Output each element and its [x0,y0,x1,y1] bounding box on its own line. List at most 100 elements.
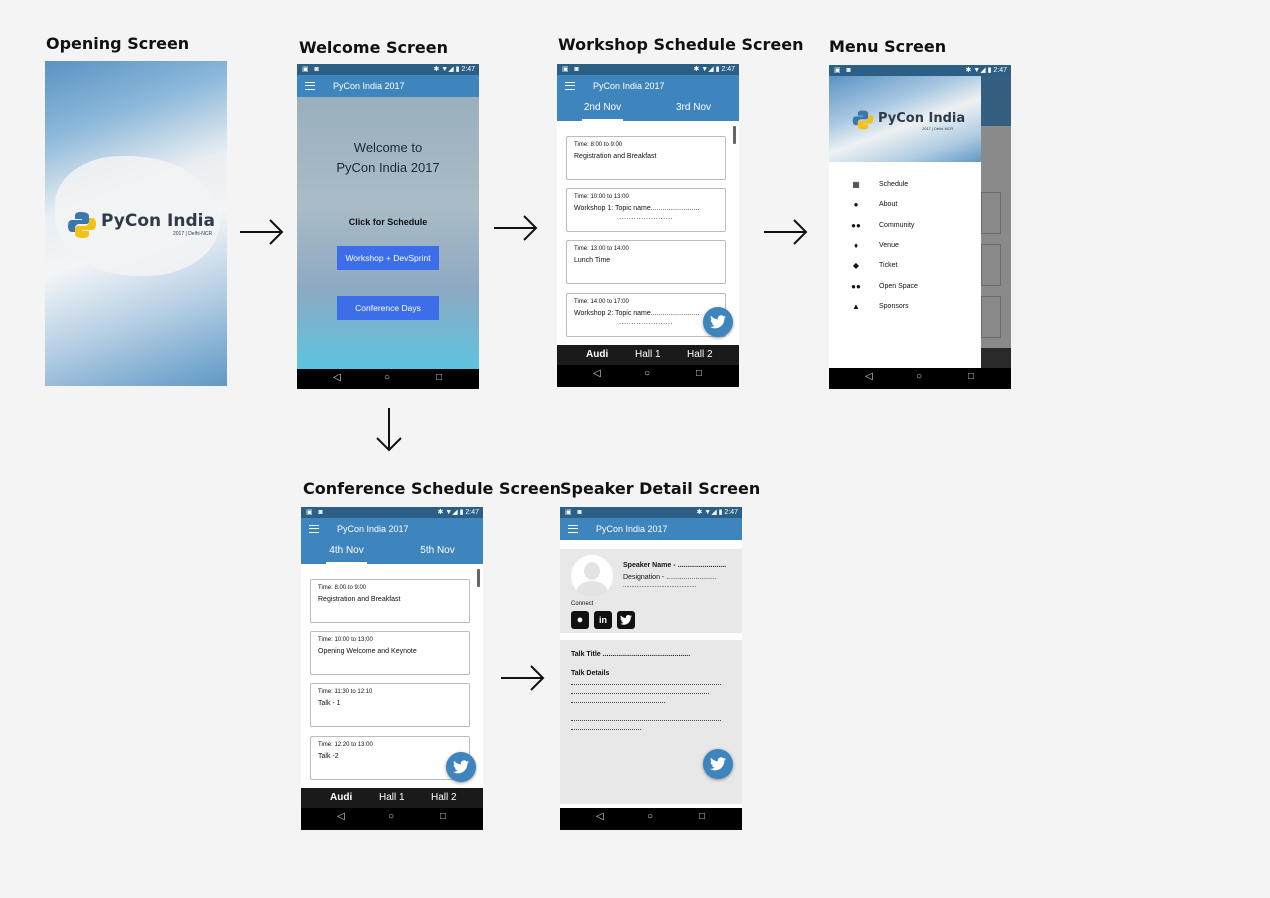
flow-arrow-right-icon [240,219,284,245]
talk-details-line [571,729,641,730]
app-title: PyCon India 2017 [593,81,665,91]
tab-5th-nov[interactable]: 5th Nov [392,540,483,562]
recents-nav-icon[interactable]: □ [436,372,442,383]
pycon-logo-text: PyCon India [101,211,215,231]
pycon-logo-subtext: 2017 | Delhi-NCR [922,126,954,131]
scrollbar[interactable] [733,126,736,144]
linkedin-icon[interactable]: in [594,611,612,629]
app-bar: PyCon India 2017 [557,75,739,97]
back-nav-icon[interactable]: ◁ [593,368,601,379]
talk-details-line [571,693,709,694]
calendar-icon: ▦ [852,180,860,189]
tab-audi[interactable]: Audi [586,349,608,360]
card-time: Time: 11:30 to 12:10 [318,689,373,695]
home-nav-icon[interactable]: ○ [384,372,390,383]
scrollbar[interactable] [477,569,480,587]
tab-hall-2[interactable]: Hall 2 [687,349,713,360]
hall-tabs: Audi Hall 1 Hall 2 [301,788,483,808]
welcome-screen: ▣ ◙ ✱ ▼◢ ▮ 2:47 PyCon India 2017 Welcome … [297,64,479,389]
python-logo-icon [67,210,97,240]
card-title: Talk -2 [318,753,339,760]
drawer-header: PyCon India 2017 | Delhi-NCR [829,76,981,162]
schedule-card[interactable]: Time: 13:00 to 14:00 Lunch Time [566,240,726,284]
schedule-card[interactable]: Time: 14:00 to 17:00 Workshop 2: Topic n… [566,293,726,337]
talk-title: Talk Title .............................… [571,651,691,658]
dimmed-card [981,192,1001,234]
speaker-detail-screen: ▣ ◙ ✱ ▼◢ ▮ 2:47 PyCon India 2017 Speaker … [560,507,742,830]
flow-arrow-right-icon [501,665,545,691]
tab-audi[interactable]: Audi [330,792,352,803]
app-title: PyCon India 2017 [333,81,405,91]
back-nav-icon[interactable]: ◁ [333,372,341,383]
card-time: Time: 10:00 to 13:00 [318,637,373,643]
back-nav-icon[interactable]: ◁ [596,811,604,822]
tab-4th-nov[interactable]: 4th Nov [301,540,392,564]
home-nav-icon[interactable]: ○ [916,371,922,382]
thumbs-up-icon: ▲ [852,302,860,311]
conference-days-button[interactable]: Conference Days [337,296,439,320]
map-pin-icon: ♦ [853,241,859,250]
group-icon: ●● [851,221,861,230]
status-bar: ▣ ◙ ✱ ▼◢ ▮ 2:47 [829,65,1011,76]
welcome-heading-2: PyCon India 2017 [336,160,440,175]
github-icon[interactable]: ● [571,611,589,629]
hamburger-menu-icon[interactable] [309,525,319,533]
card-time: Time: 10:00 to 13:00 [574,194,629,200]
back-nav-icon[interactable]: ◁ [337,811,345,822]
schedule-card[interactable]: Time: 11:30 to 12:10 Talk - 1 [310,683,470,727]
date-tabs: 2nd Nov 3rd Nov [557,97,739,121]
talk-details-label: Talk Details [571,670,610,677]
tab-hall-1[interactable]: Hall 1 [379,792,405,803]
opening-screen-label: Opening Screen [46,34,190,53]
app-bar: PyCon India 2017 [301,518,483,540]
hamburger-menu-icon[interactable] [568,525,578,533]
workshop-schedule-screen: ▣ ◙ ✱ ▼◢ ▮ 2:47 PyCon India 2017 2nd Nov … [557,64,739,387]
recents-nav-icon[interactable]: □ [699,811,705,822]
dimmed-background [981,76,1011,126]
hall-tabs: Audi Hall 1 Hall 2 [557,345,739,365]
card-title: Lunch Time [574,257,611,264]
back-nav-icon[interactable]: ◁ [865,371,873,382]
schedule-card[interactable]: Time: 8:00 to 9:00 Registration and Brea… [566,136,726,180]
home-nav-icon[interactable]: ○ [644,368,650,379]
avatar [571,555,613,597]
talk-details-line [571,720,721,721]
tag-icon: ◆ [852,261,860,270]
schedule-list: Time: 8:00 to 9:00 Registration and Brea… [301,564,483,788]
tab-3rd-nov[interactable]: 3rd Nov [648,97,739,119]
recents-nav-icon[interactable]: □ [440,811,446,822]
card-time: Time: 14:00 to 17:00 [574,299,629,305]
group-icon: ●● [851,282,861,291]
android-nav-bar: ◁ ○ □ [560,808,742,830]
home-nav-icon[interactable]: ○ [647,811,653,822]
card-time: Time: 12:20 to 13:00 [318,742,373,748]
recents-nav-icon[interactable]: □ [696,368,702,379]
dimmed-card [981,244,1001,286]
home-nav-icon[interactable]: ○ [388,811,394,822]
hamburger-menu-icon[interactable] [565,82,575,90]
tab-2nd-nov[interactable]: 2nd Nov [557,97,648,121]
workshop-devsprint-button[interactable]: Workshop + DevSprint [337,246,439,270]
tab-hall-2[interactable]: Hall 2 [431,792,457,803]
conference-screen-label: Conference Schedule Screen [303,479,561,498]
card-title: Opening Welcome and Keynote [318,648,417,655]
twitter-fab-icon[interactable] [446,752,476,782]
recents-nav-icon[interactable]: □ [968,371,974,382]
schedule-card[interactable]: Time: 10:00 to 13:00 Opening Welcome and… [310,631,470,675]
opening-screen: PyCon India 2017 | Delhi-NCR [45,61,227,386]
card-title: Registration and Breakfast [574,153,657,160]
twitter-fab-icon[interactable] [703,749,733,779]
hamburger-menu-icon[interactable] [305,82,315,90]
tab-hall-1[interactable]: Hall 1 [635,349,661,360]
twitter-fab-icon[interactable] [703,307,733,337]
welcome-background [297,97,479,369]
conference-schedule-screen: ▣ ◙ ✱ ▼◢ ▮ 2:47 PyCon India 2017 4th Nov … [301,507,483,830]
schedule-card[interactable]: Time: 10:00 to 13:00 Workshop 1: Topic n… [566,188,726,232]
schedule-card[interactable]: Time: 8:00 to 9:00 Registration and Brea… [310,579,470,623]
speaker-screen-label: Speaker Detail Screen [560,479,761,498]
schedule-card[interactable]: Time: 12:20 to 13:00 Talk -2 [310,736,470,780]
flow-arrow-right-icon [494,215,538,241]
card-time: Time: 8:00 to 9:00 [318,585,367,591]
flow-arrow-down-icon [376,408,402,452]
twitter-icon[interactable] [617,611,635,629]
